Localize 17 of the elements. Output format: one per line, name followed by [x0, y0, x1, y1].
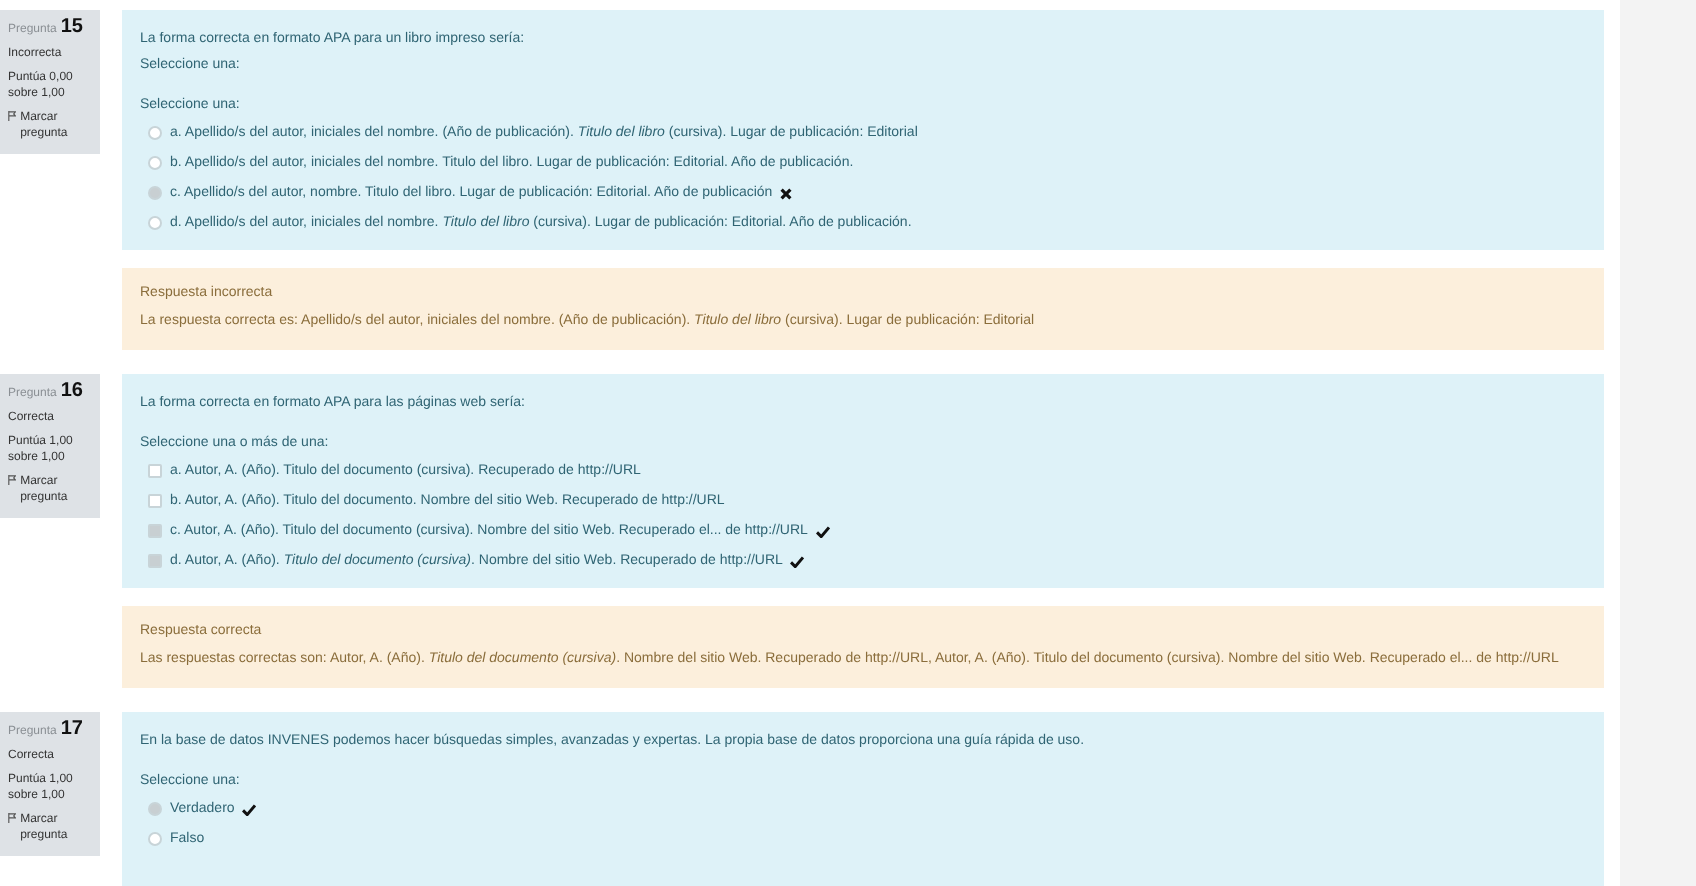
- cross-icon: [780, 187, 793, 199]
- checkbox[interactable]: [148, 464, 162, 478]
- radio-button[interactable]: [148, 832, 162, 846]
- check-icon: [242, 803, 257, 815]
- checkbox[interactable]: [148, 554, 162, 568]
- radio-button[interactable]: [148, 802, 162, 816]
- radio-button[interactable]: [148, 216, 162, 230]
- radio-button[interactable]: [148, 126, 162, 140]
- checkbox[interactable]: [148, 524, 162, 538]
- radio-button[interactable]: [148, 186, 162, 200]
- flag-icon: [8, 110, 17, 123]
- flag-icon: [8, 812, 17, 825]
- flag-icon: [8, 474, 17, 487]
- check-icon: [815, 525, 830, 537]
- radio-button[interactable]: [148, 156, 162, 170]
- checkbox[interactable]: [148, 494, 162, 508]
- check-icon: [790, 555, 805, 567]
